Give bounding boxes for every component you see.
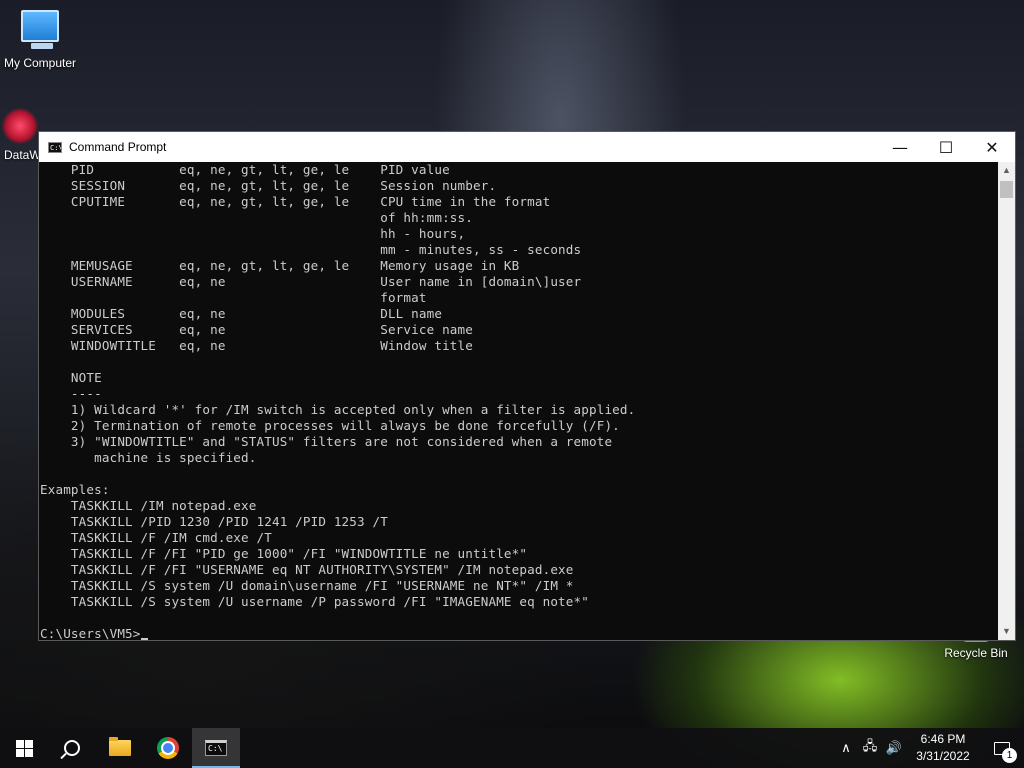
notification-count-badge: 1: [1002, 748, 1017, 763]
console-line: USERNAME eq, ne User name in [domain\]us…: [70, 274, 582, 289]
console-line: machine is specified.: [94, 450, 257, 465]
desktop-icon-my-computer[interactable]: My Computer: [0, 10, 80, 70]
console-line: TASKKILL /F /FI "USERNAME eq NT AUTHORIT…: [70, 562, 574, 577]
desktop-icon-label: Recycle Bin: [944, 646, 1008, 660]
chrome-icon: [157, 737, 179, 759]
network-icon[interactable]: 🖧: [858, 728, 882, 768]
window-title: Command Prompt: [69, 140, 167, 154]
scroll-up-arrow-icon[interactable]: ▲: [998, 162, 1015, 179]
console-line: 1) Wildcard '*' for /IM switch is accept…: [70, 402, 636, 417]
console-line: TASKKILL /S system /U domain\username /F…: [70, 578, 574, 593]
console-line: MODULES eq, ne DLL name: [70, 306, 443, 321]
clock-date: 3/31/2022: [916, 749, 970, 763]
command-prompt-window[interactable]: C:\ Command Prompt — ☐ ✕ PID eq, ne, gt,…: [38, 131, 1016, 641]
console-line: SERVICES eq, ne Service name: [70, 322, 473, 337]
desktop-icon-label: My Computer: [3, 56, 77, 70]
scroll-thumb[interactable]: [1000, 181, 1013, 198]
console-line: MEMUSAGE eq, ne, gt, lt, ge, le Memory u…: [70, 258, 520, 273]
clock-time: 6:46 PM: [920, 732, 966, 746]
windows-logo-icon: [15, 739, 33, 757]
text-cursor: [140, 638, 148, 640]
console-line: 3) "WINDOWTITLE" and "STATUS" filters ar…: [70, 434, 613, 449]
computer-icon: [21, 10, 59, 49]
folder-icon: [109, 737, 131, 756]
close-button[interactable]: ✕: [969, 132, 1015, 162]
command-prompt-input[interactable]: C:\Users\VM5>: [40, 626, 141, 640]
console-line: TASKKILL /IM notepad.exe: [70, 498, 257, 513]
minimize-button[interactable]: —: [877, 132, 923, 162]
console-line: CPUTIME eq, ne, gt, lt, ge, le CPU time …: [70, 194, 551, 209]
console-line: mm - minutes, ss - seconds: [380, 242, 582, 257]
chrome-button[interactable]: [144, 728, 192, 768]
action-center-button[interactable]: 1: [980, 728, 1024, 768]
console-line: TASKKILL /F /FI "PID ge 1000" /FI "WINDO…: [70, 546, 528, 561]
datawarehouse-icon: [2, 108, 38, 144]
command-prompt-taskbar-button[interactable]: C:\: [192, 728, 240, 768]
search-icon: [64, 740, 80, 756]
console-line: hh - hours,: [380, 226, 466, 241]
console-line: TASKKILL /S system /U username /P passwo…: [70, 594, 589, 609]
console-line: TASKKILL /PID 1230 /PID 1241 /PID 1253 /…: [70, 514, 388, 529]
search-button[interactable]: [48, 728, 96, 768]
console-line: NOTE: [70, 370, 102, 385]
maximize-button[interactable]: ☐: [923, 132, 969, 162]
console-line: PID eq, ne, gt, lt, ge, le PID value: [70, 162, 450, 177]
taskbar: C:\ ∧ 🖧 🔊 6:46 PM 3/31/2022 1: [0, 728, 1024, 768]
show-hidden-icons-chevron-icon[interactable]: ∧: [834, 728, 858, 768]
console-line: 2) Termination of remote processes will …: [70, 418, 620, 433]
vertical-scrollbar[interactable]: ▲ ▼: [998, 162, 1015, 640]
window-titlebar[interactable]: C:\ Command Prompt — ☐ ✕: [39, 132, 1015, 162]
console-line: WINDOWTITLE eq, ne Window title: [70, 338, 473, 353]
file-explorer-button[interactable]: [96, 728, 144, 768]
console-line: SESSION eq, ne, gt, lt, ge, le Session n…: [70, 178, 497, 193]
console-line: format: [380, 290, 427, 305]
console-line: TASKKILL /F /IM cmd.exe /T: [70, 530, 272, 545]
console-line: Examples:: [40, 482, 110, 497]
system-tray: ∧ 🖧 🔊 6:46 PM 3/31/2022 1: [834, 728, 1024, 768]
console-line: ----: [70, 386, 102, 401]
cmd-icon: C:\: [48, 141, 62, 153]
cmd-icon: C:\: [205, 740, 227, 756]
console-output[interactable]: PID eq, ne, gt, lt, ge, le PID value SES…: [39, 162, 998, 640]
start-button[interactable]: [0, 728, 48, 768]
clock[interactable]: 6:46 PM 3/31/2022: [906, 731, 980, 765]
scroll-down-arrow-icon[interactable]: ▼: [998, 623, 1015, 640]
volume-icon[interactable]: 🔊: [882, 728, 906, 768]
console-line: of hh:mm:ss.: [380, 210, 473, 225]
console-text: PID eq, ne, gt, lt, ge, le PID value SES…: [39, 162, 998, 640]
